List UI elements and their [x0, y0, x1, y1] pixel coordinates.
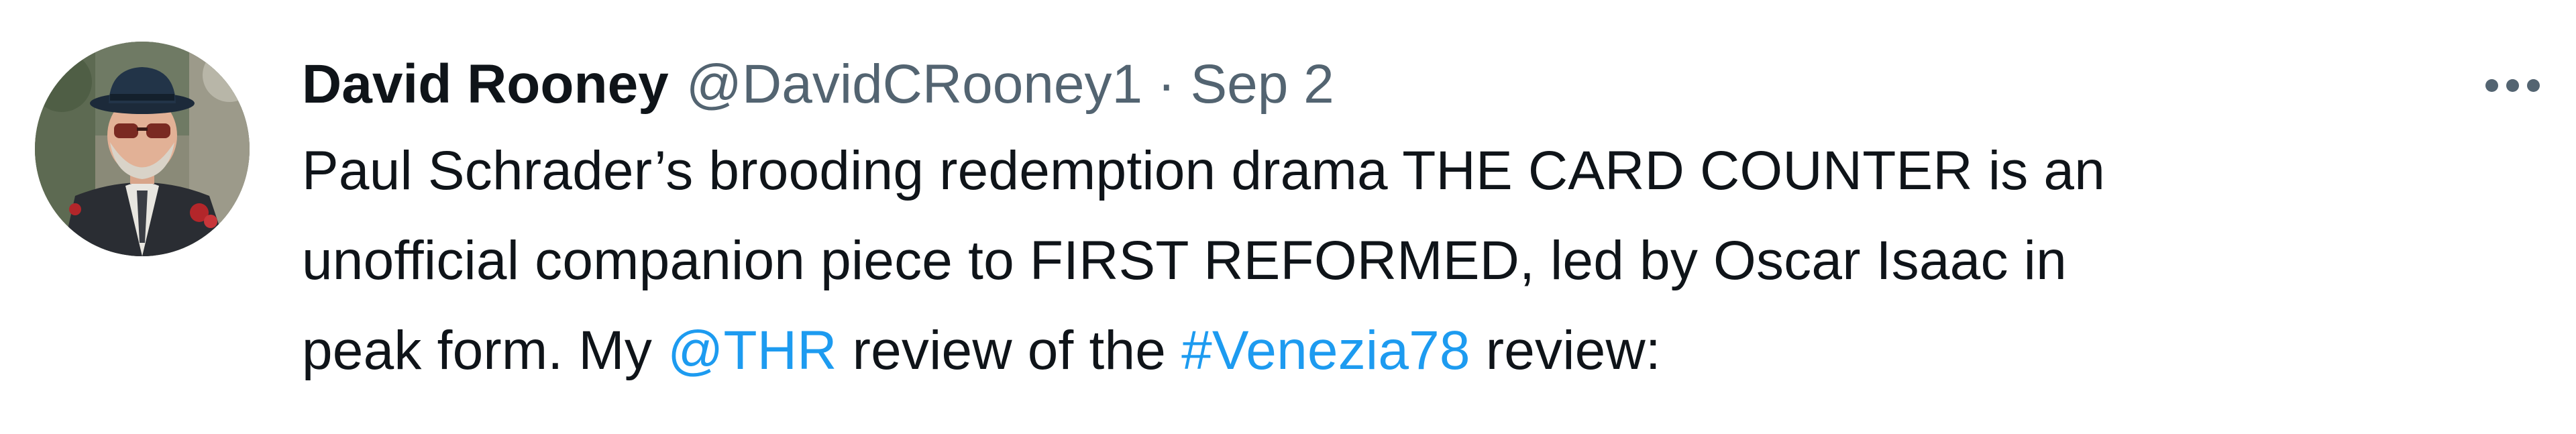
tweet-text-segment: peak form. My	[302, 320, 668, 381]
tweet-text: Paul Schrader’s brooding redemption dram…	[302, 126, 2482, 396]
tweet-text-segment: review:	[1470, 320, 1661, 381]
avatar[interactable]	[35, 42, 250, 256]
mention-link[interactable]: @THR	[667, 320, 837, 381]
author-display-name[interactable]: David Rooney	[302, 47, 669, 122]
separator-dot: ·	[1157, 54, 1176, 115]
hashtag-link[interactable]: #Venezia78	[1181, 320, 1470, 381]
tweet-text-line: peak form. My @THR review of the #Venezi…	[302, 306, 2482, 396]
more-options-button[interactable]	[2475, 62, 2549, 109]
more-horizontal-icon	[2506, 78, 2519, 92]
tweet-header: David Rooney @DavidCRooney1 · Sep 2	[302, 47, 2482, 122]
tweet-text-line: Paul Schrader’s brooding redemption dram…	[302, 140, 2106, 201]
tweet[interactable]: David Rooney @DavidCRooney1 · Sep 2 Paul…	[0, 0, 2576, 434]
tweet-date[interactable]: Sep 2	[1190, 47, 1334, 122]
more-horizontal-icon	[2485, 78, 2498, 92]
more-horizontal-icon	[2526, 78, 2540, 92]
user-avatar-icon	[35, 42, 250, 256]
author-handle[interactable]: @DavidCRooney1	[686, 47, 1142, 122]
tweet-content: David Rooney @DavidCRooney1 · Sep 2 Paul…	[302, 47, 2482, 396]
tweet-text-segment: review of the	[837, 320, 1182, 381]
tweet-text-line: unofficial companion piece to FIRST REFO…	[302, 230, 2067, 291]
